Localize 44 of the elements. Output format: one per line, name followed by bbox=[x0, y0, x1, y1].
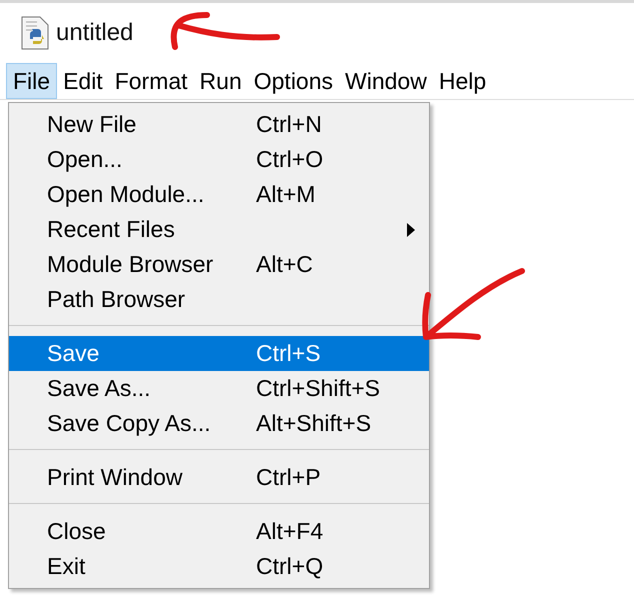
menu-item-label: Exit bbox=[47, 553, 86, 580]
shortcut-label: Ctrl+Q bbox=[256, 553, 324, 580]
menu-item-label: Print Window bbox=[47, 464, 184, 491]
menu-item-label: Save bbox=[47, 340, 100, 367]
menu-title[interactable]: Window bbox=[339, 63, 433, 99]
shortcut-label: Ctrl+S bbox=[256, 340, 321, 367]
submenu-arrow-icon bbox=[407, 223, 415, 237]
menu-item-label: Save Copy As... bbox=[47, 410, 212, 437]
menu-item-label: Open Module... bbox=[47, 181, 206, 208]
shortcut-label: Alt+Shift+S bbox=[256, 410, 372, 437]
menu-item[interactable]: New File Ctrl+N bbox=[9, 107, 429, 142]
python-file-icon bbox=[20, 16, 50, 50]
menu-item[interactable]: Recent Files bbox=[9, 212, 429, 247]
shortcut-label: Alt+C bbox=[256, 251, 313, 278]
menu-title[interactable]: Format bbox=[108, 63, 194, 99]
shortcut-label: Alt+F4 bbox=[256, 518, 324, 545]
shortcut-label: Ctrl+N bbox=[256, 111, 322, 138]
shortcut-label: Ctrl+P bbox=[256, 464, 321, 491]
menu-item[interactable]: Close Alt+F4 bbox=[9, 514, 429, 549]
shortcut-label: Alt+M bbox=[256, 181, 316, 208]
menu-item-label: Module Browser bbox=[47, 251, 214, 278]
shortcut-label: Ctrl+Shift+S bbox=[256, 375, 380, 402]
menu-item[interactable]: Save As... Ctrl+Shift+S bbox=[9, 371, 429, 406]
menu-title[interactable]: File bbox=[6, 63, 58, 99]
menu-title[interactable]: Options bbox=[248, 63, 340, 99]
menu-item[interactable]: Print Window Ctrl+P bbox=[9, 460, 429, 495]
menu-item[interactable]: Save Copy As... Alt+Shift+S bbox=[9, 406, 429, 441]
shortcut-label: Ctrl+O bbox=[256, 146, 324, 173]
window-title: untitled bbox=[56, 19, 134, 47]
menu-item-label: Close bbox=[47, 518, 107, 545]
menu-item-label: Open... bbox=[47, 146, 124, 173]
menu-item-label: New File bbox=[47, 111, 138, 138]
menu-item[interactable]: Path Browser bbox=[9, 282, 429, 317]
menu-item[interactable]: Open... Ctrl+O bbox=[9, 142, 429, 177]
menu-title[interactable]: Help bbox=[432, 63, 492, 99]
menu-title[interactable]: Edit bbox=[57, 63, 109, 99]
menu-item-label: Recent Files bbox=[47, 216, 176, 243]
menu-item[interactable]: Open Module... Alt+M bbox=[9, 177, 429, 212]
menu-item[interactable]: Save Ctrl+S bbox=[9, 336, 429, 371]
menu-title[interactable]: Run bbox=[194, 63, 248, 99]
menu-item[interactable]: Module Browser Alt+C bbox=[9, 247, 429, 282]
menu-item-label: Path Browser bbox=[47, 286, 186, 313]
menu-item-label: Save As... bbox=[47, 375, 152, 402]
menu-item[interactable]: Exit Ctrl+Q bbox=[9, 549, 429, 584]
